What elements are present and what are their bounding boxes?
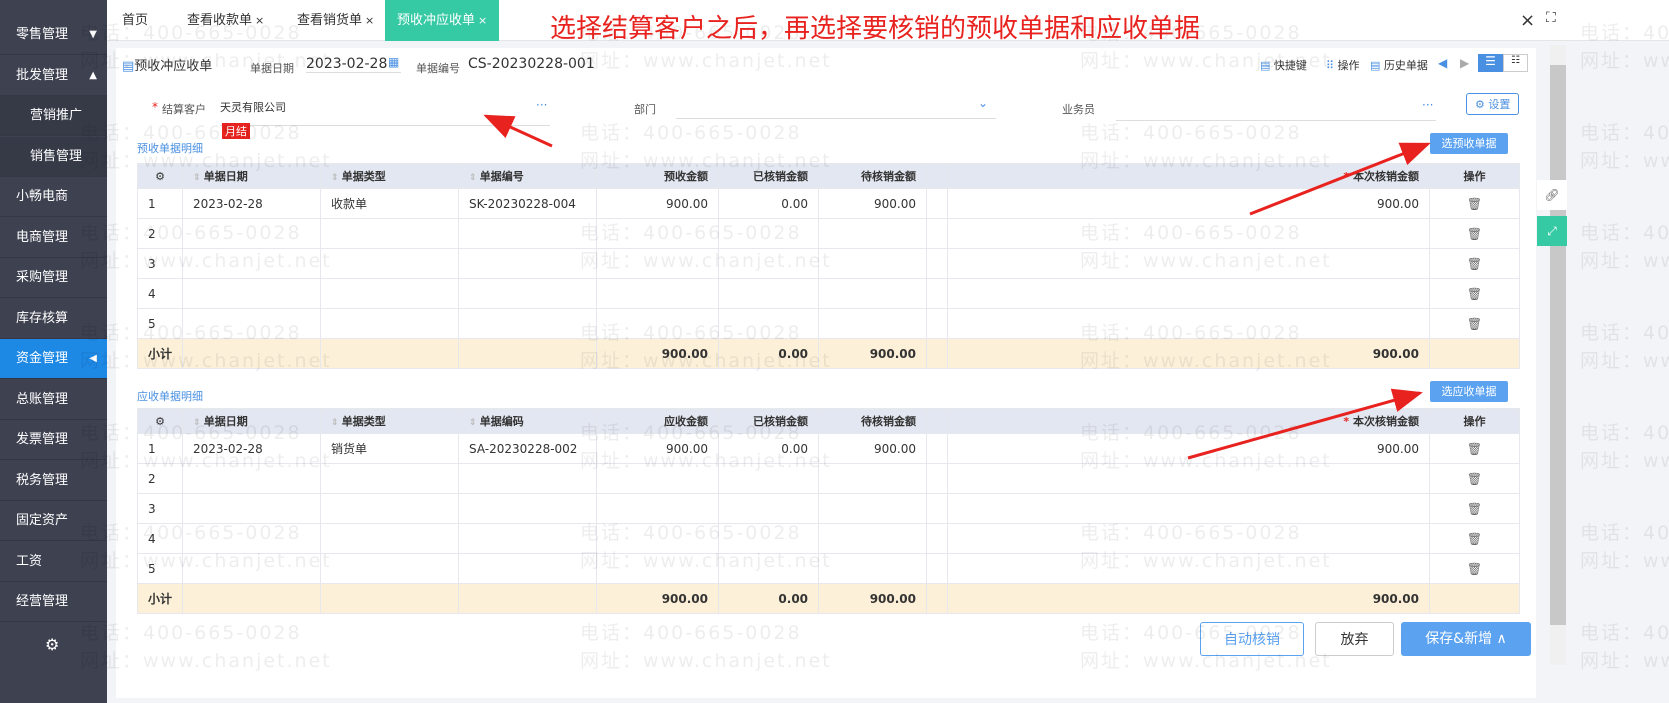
arrow-customer: [483, 114, 553, 148]
arrow-select-receivable: [1187, 388, 1423, 460]
arrow-select-prepay: [1249, 142, 1431, 216]
annotation-arrows: [483, 114, 1431, 460]
